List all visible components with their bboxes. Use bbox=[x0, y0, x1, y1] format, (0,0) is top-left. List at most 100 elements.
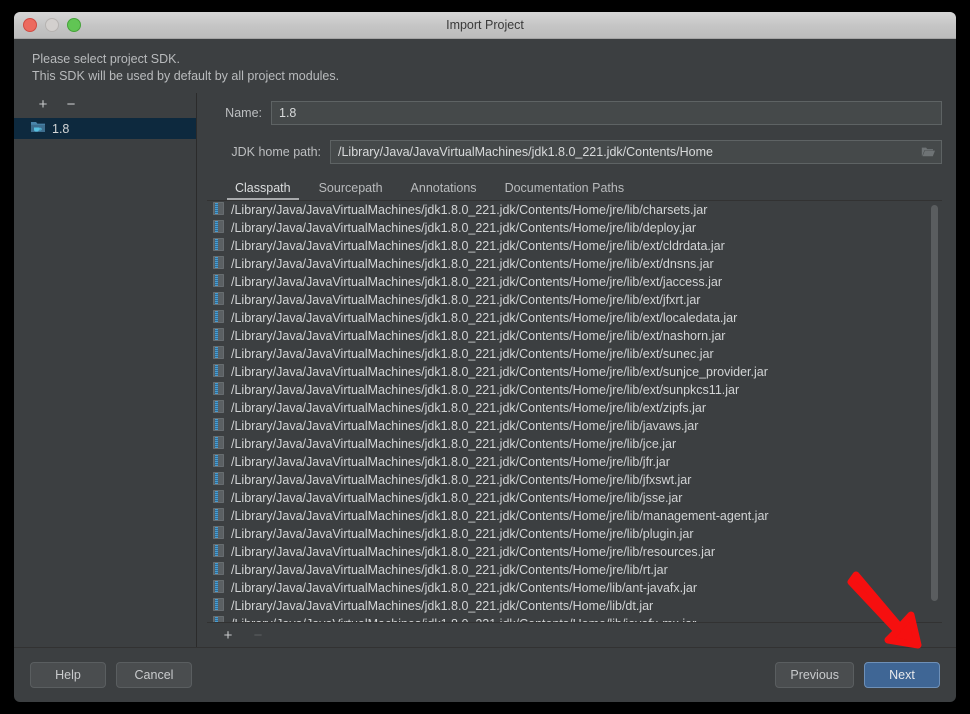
tab-classpath[interactable]: Classpath bbox=[221, 181, 305, 200]
classpath-row[interactable]: /Library/Java/JavaVirtualMachines/jdk1.8… bbox=[207, 399, 942, 417]
classpath-row[interactable]: /Library/Java/JavaVirtualMachines/jdk1.8… bbox=[207, 525, 942, 543]
tab-sourcepath[interactable]: Sourcepath bbox=[305, 181, 397, 200]
classpath-row[interactable]: /Library/Java/JavaVirtualMachines/jdk1.8… bbox=[207, 489, 942, 507]
jar-file-icon bbox=[213, 436, 224, 452]
tab-annotations[interactable]: Annotations bbox=[397, 181, 491, 200]
jar-file-icon bbox=[213, 616, 224, 622]
classpath-row[interactable]: /Library/Java/JavaVirtualMachines/jdk1.8… bbox=[207, 453, 942, 471]
jar-file-icon bbox=[213, 418, 224, 434]
scrollbar-thumb[interactable] bbox=[931, 205, 938, 601]
classpath-toolbar: + − bbox=[207, 622, 942, 647]
jar-file-icon bbox=[213, 526, 224, 542]
classpath-row[interactable]: /Library/Java/JavaVirtualMachines/jdk1.8… bbox=[207, 309, 942, 327]
java-sdk-folder-icon bbox=[30, 120, 46, 137]
window-controls bbox=[23, 18, 81, 32]
classpath-row[interactable]: /Library/Java/JavaVirtualMachines/jdk1.8… bbox=[207, 435, 942, 453]
tab-documentation-paths[interactable]: Documentation Paths bbox=[491, 181, 639, 200]
next-button[interactable]: Next bbox=[864, 662, 940, 688]
sidebar-item-jdk-1-8[interactable]: 1.8 bbox=[14, 118, 196, 139]
classpath-row[interactable]: /Library/Java/JavaVirtualMachines/jdk1.8… bbox=[207, 381, 942, 399]
classpath-list[interactable]: /Library/Java/JavaVirtualMachines/jdk1.8… bbox=[207, 201, 942, 622]
folder-open-icon[interactable] bbox=[915, 141, 941, 163]
jar-file-icon bbox=[213, 382, 224, 398]
classpath-row-label: /Library/Java/JavaVirtualMachines/jdk1.8… bbox=[231, 563, 668, 577]
title-bar: Import Project bbox=[14, 12, 956, 39]
classpath-row-label: /Library/Java/JavaVirtualMachines/jdk1.8… bbox=[231, 401, 706, 415]
add-classpath-entry-button[interactable]: + bbox=[221, 628, 235, 643]
classpath-row[interactable]: /Library/Java/JavaVirtualMachines/jdk1.8… bbox=[207, 327, 942, 345]
import-project-dialog: Import Project Please select project SDK… bbox=[14, 12, 956, 702]
cancel-button[interactable]: Cancel bbox=[116, 662, 192, 688]
classpath-row[interactable]: /Library/Java/JavaVirtualMachines/jdk1.8… bbox=[207, 597, 942, 615]
classpath-row[interactable]: /Library/Java/JavaVirtualMachines/jdk1.8… bbox=[207, 363, 942, 381]
classpath-row-label: /Library/Java/JavaVirtualMachines/jdk1.8… bbox=[231, 473, 692, 487]
sdk-detail-pane: Name: 1.8 JDK home path: /Library/Java/J… bbox=[197, 93, 956, 647]
classpath-row[interactable]: /Library/Java/JavaVirtualMachines/jdk1.8… bbox=[207, 561, 942, 579]
jdk-home-path-row: JDK home path: /Library/Java/JavaVirtual… bbox=[207, 140, 942, 164]
classpath-row[interactable]: /Library/Java/JavaVirtualMachines/jdk1.8… bbox=[207, 543, 942, 561]
name-input-value: 1.8 bbox=[279, 106, 297, 120]
classpath-row[interactable]: /Library/Java/JavaVirtualMachines/jdk1.8… bbox=[207, 291, 942, 309]
minimize-window-icon[interactable] bbox=[45, 18, 59, 32]
window-title: Import Project bbox=[446, 18, 524, 32]
dialog-footer: Help Cancel Previous Next bbox=[14, 647, 956, 702]
jar-file-icon bbox=[213, 562, 224, 578]
classpath-row[interactable]: /Library/Java/JavaVirtualMachines/jdk1.8… bbox=[207, 219, 942, 237]
jar-file-icon bbox=[213, 580, 224, 596]
classpath-row[interactable]: /Library/Java/JavaVirtualMachines/jdk1.8… bbox=[207, 237, 942, 255]
classpath-row-label: /Library/Java/JavaVirtualMachines/jdk1.8… bbox=[231, 203, 708, 217]
name-label: Name: bbox=[225, 106, 262, 120]
sdk-list: 1.8 bbox=[14, 115, 196, 647]
classpath-row[interactable]: /Library/Java/JavaVirtualMachines/jdk1.8… bbox=[207, 255, 942, 273]
classpath-rows: /Library/Java/JavaVirtualMachines/jdk1.8… bbox=[207, 201, 942, 622]
jar-file-icon bbox=[213, 454, 224, 470]
jar-file-icon bbox=[213, 328, 224, 344]
add-sdk-button[interactable]: + bbox=[36, 97, 50, 112]
classpath-row[interactable]: /Library/Java/JavaVirtualMachines/jdk1.8… bbox=[207, 201, 942, 219]
classpath-row[interactable]: /Library/Java/JavaVirtualMachines/jdk1.8… bbox=[207, 345, 942, 363]
classpath-row-label: /Library/Java/JavaVirtualMachines/jdk1.8… bbox=[231, 437, 677, 451]
classpath-row[interactable]: /Library/Java/JavaVirtualMachines/jdk1.8… bbox=[207, 507, 942, 525]
classpath-scrollbar[interactable] bbox=[929, 201, 940, 622]
classpath-row-label: /Library/Java/JavaVirtualMachines/jdk1.8… bbox=[231, 545, 716, 559]
classpath-row[interactable]: /Library/Java/JavaVirtualMachines/jdk1.8… bbox=[207, 579, 942, 597]
classpath-row-label: /Library/Java/JavaVirtualMachines/jdk1.8… bbox=[231, 509, 769, 523]
sidebar-item-label: 1.8 bbox=[52, 121, 70, 136]
jar-file-icon bbox=[213, 202, 224, 218]
classpath-row[interactable]: /Library/Java/JavaVirtualMachines/jdk1.8… bbox=[207, 615, 942, 622]
classpath-row-label: /Library/Java/JavaVirtualMachines/jdk1.8… bbox=[231, 329, 726, 343]
jdk-home-path-input[interactable]: /Library/Java/JavaVirtualMachines/jdk1.8… bbox=[330, 140, 942, 164]
sdk-sidebar: + − 1.8 bbox=[14, 93, 197, 647]
jdk-home-path-label: JDK home path: bbox=[231, 145, 321, 159]
classpath-row-label: /Library/Java/JavaVirtualMachines/jdk1.8… bbox=[231, 455, 670, 469]
help-button[interactable]: Help bbox=[30, 662, 106, 688]
classpath-row-label: /Library/Java/JavaVirtualMachines/jdk1.8… bbox=[231, 491, 683, 505]
classpath-row[interactable]: /Library/Java/JavaVirtualMachines/jdk1.8… bbox=[207, 471, 942, 489]
classpath-row[interactable]: /Library/Java/JavaVirtualMachines/jdk1.8… bbox=[207, 273, 942, 291]
jar-file-icon bbox=[213, 508, 224, 524]
remove-classpath-entry-button: − bbox=[253, 626, 263, 644]
classpath-panel: /Library/Java/JavaVirtualMachines/jdk1.8… bbox=[207, 200, 942, 647]
jar-file-icon bbox=[213, 238, 224, 254]
previous-button[interactable]: Previous bbox=[775, 662, 854, 688]
classpath-row-label: /Library/Java/JavaVirtualMachines/jdk1.8… bbox=[231, 257, 714, 271]
jar-file-icon bbox=[213, 598, 224, 614]
jar-file-icon bbox=[213, 346, 224, 362]
jar-file-icon bbox=[213, 310, 224, 326]
jar-file-icon bbox=[213, 490, 224, 506]
close-window-icon[interactable] bbox=[23, 18, 37, 32]
classpath-row[interactable]: /Library/Java/JavaVirtualMachines/jdk1.8… bbox=[207, 417, 942, 435]
jar-file-icon bbox=[213, 400, 224, 416]
classpath-row-label: /Library/Java/JavaVirtualMachines/jdk1.8… bbox=[231, 527, 694, 541]
classpath-row-label: /Library/Java/JavaVirtualMachines/jdk1.8… bbox=[231, 617, 696, 622]
remove-sdk-button[interactable]: − bbox=[64, 97, 78, 112]
jar-file-icon bbox=[213, 292, 224, 308]
jar-file-icon bbox=[213, 220, 224, 236]
name-input[interactable]: 1.8 bbox=[271, 101, 942, 125]
classpath-row-label: /Library/Java/JavaVirtualMachines/jdk1.8… bbox=[231, 293, 701, 307]
jar-file-icon bbox=[213, 256, 224, 272]
classpath-row-label: /Library/Java/JavaVirtualMachines/jdk1.8… bbox=[231, 239, 725, 253]
maximize-window-icon[interactable] bbox=[67, 18, 81, 32]
classpath-row-label: /Library/Java/JavaVirtualMachines/jdk1.8… bbox=[231, 365, 768, 379]
classpath-row-label: /Library/Java/JavaVirtualMachines/jdk1.8… bbox=[231, 599, 654, 613]
